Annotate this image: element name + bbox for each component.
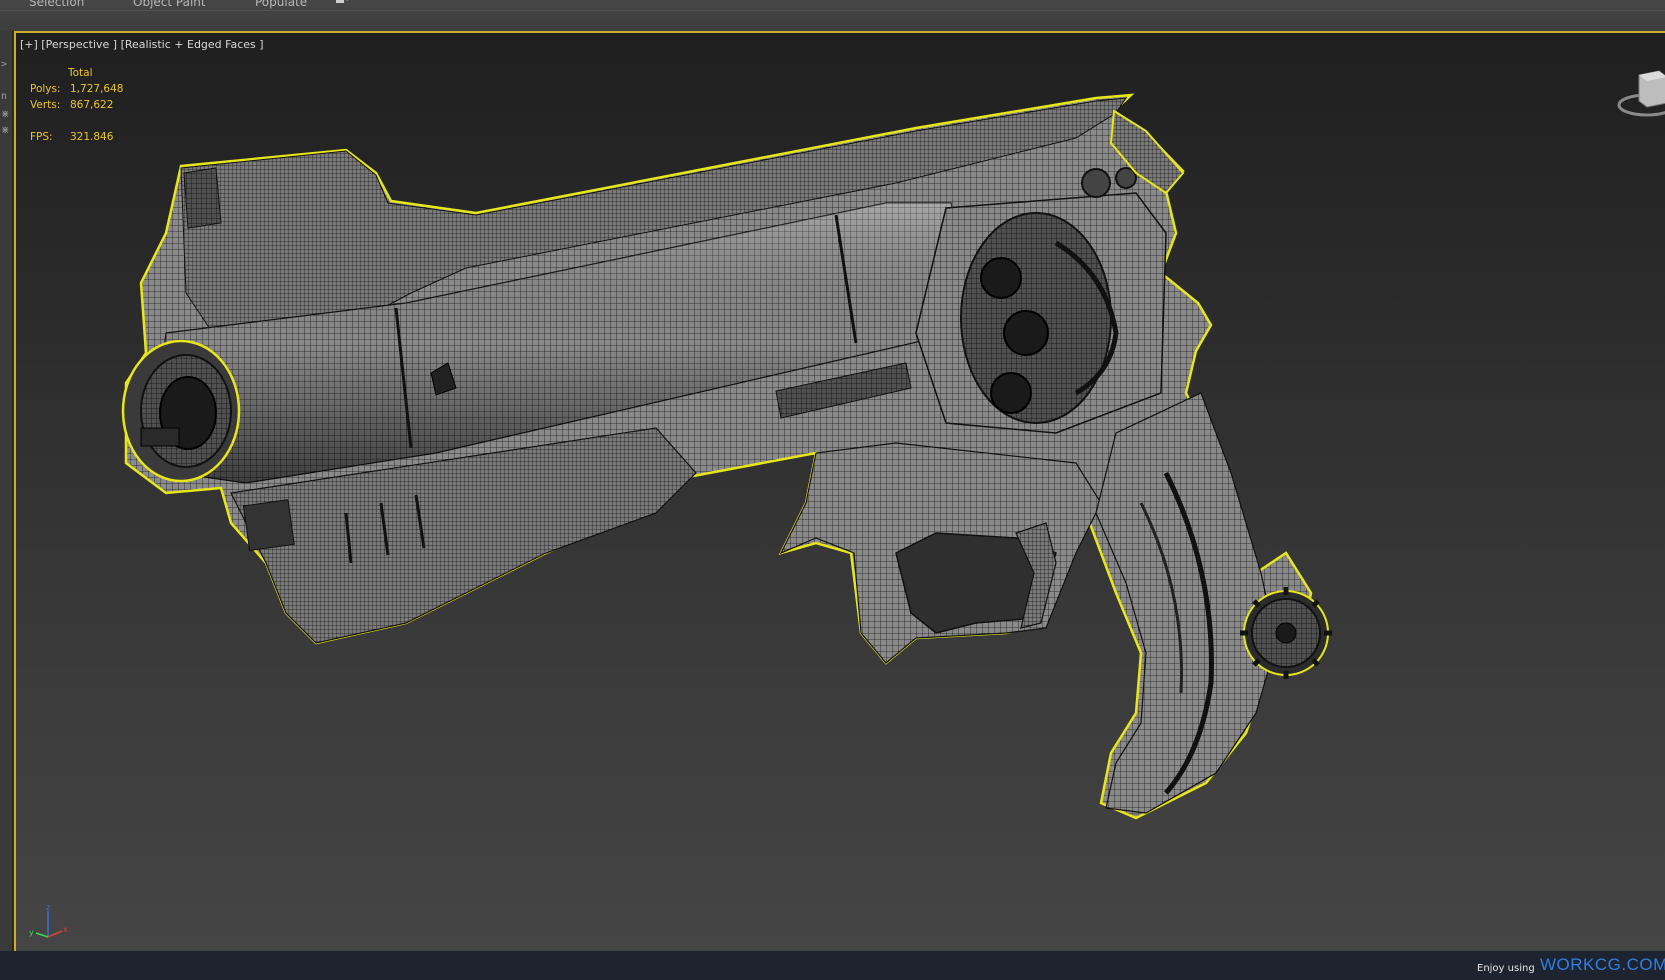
strip-glyph[interactable]: n [1, 91, 7, 102]
viewcube-icon[interactable] [1617, 63, 1665, 123]
status-enjoy-text: Enjoy using [1477, 963, 1535, 974]
cylinder [915, 167, 1167, 434]
left-command-strip[interactable]: > n ⋇ ⋇ [0, 31, 13, 951]
ribbon-divider [0, 10, 1665, 11]
status-bar: Enjoy using WORKCG.COM [0, 951, 1665, 980]
strip-glyph[interactable]: ⋇ [1, 109, 9, 120]
strip-glyph[interactable]: > [1, 59, 7, 70]
revolver-model[interactable] [16, 33, 1665, 953]
axis-tripod-icon: z x y [29, 903, 68, 938]
ribbon: Selection Object Paint Populate [0, 0, 1665, 31]
tab-populate[interactable]: Populate [255, 0, 307, 9]
tab-selection[interactable]: Selection [29, 0, 84, 9]
strip-glyph[interactable]: ⋇ [1, 125, 9, 136]
axis-y-label: y [29, 928, 34, 937]
muzzle [121, 339, 241, 483]
axis-x-label: x [63, 925, 68, 934]
dropdown-icon[interactable] [336, 0, 350, 5]
axis-z-label: z [46, 903, 50, 912]
status-brand-link[interactable]: WORKCG.COM [1540, 955, 1665, 975]
perspective-viewport[interactable]: [+] [Perspective ] [Realistic + Edged Fa… [14, 31, 1665, 953]
tab-object-paint[interactable]: Object Paint [133, 0, 206, 9]
